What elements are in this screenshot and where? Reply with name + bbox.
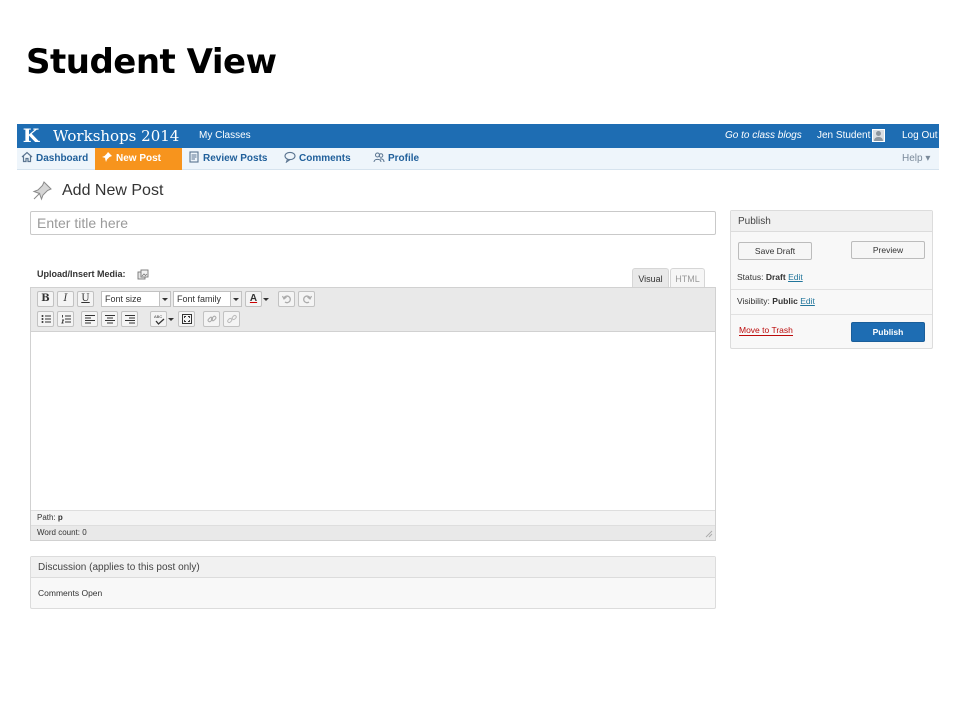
align-left-icon — [85, 315, 95, 324]
post-status: Status: Draft Edit — [737, 272, 803, 282]
font-size-select[interactable]: Font size — [101, 291, 171, 307]
publish-button[interactable]: Publish — [851, 322, 925, 342]
status-value: Draft — [765, 272, 786, 282]
edit-status-link[interactable]: Edit — [788, 272, 803, 282]
fullscreen-button[interactable] — [178, 311, 195, 327]
bullet-list-button[interactable] — [37, 311, 54, 327]
comments-status: Comments Open — [38, 588, 103, 598]
pushpin-icon — [102, 152, 112, 162]
pushpin-icon — [32, 181, 52, 201]
preview-button[interactable]: Preview — [851, 241, 925, 259]
divider — [731, 314, 932, 315]
slide-title: Student View — [26, 42, 277, 82]
bold-button[interactable]: B — [37, 291, 54, 307]
user-name[interactable]: Jen Student — [817, 124, 870, 148]
resize-handle-icon[interactable] — [705, 530, 713, 538]
redo-icon — [303, 295, 312, 304]
posts-icon — [189, 151, 199, 163]
edit-visibility-link[interactable]: Edit — [800, 296, 815, 306]
help-dropdown[interactable]: Help ▾ — [902, 148, 930, 170]
chevron-down-icon — [230, 292, 241, 306]
status-label: Status: — [737, 272, 764, 282]
move-to-trash-link[interactable]: Move to Trash — [739, 325, 793, 336]
discussion-box: Discussion (applies to this post only) C… — [30, 556, 716, 609]
upload-media-label: Upload/Insert Media: — [37, 269, 126, 279]
font-size-label: Font size — [105, 294, 142, 304]
nav-profile[interactable]: Profile — [373, 148, 419, 170]
spellcheck-button[interactable]: ABC — [150, 311, 167, 327]
post-editor: B I U Font size Font family A ABC Path: … — [30, 287, 716, 541]
nav-review-posts-label: Review Posts — [203, 153, 268, 164]
text-color-button[interactable]: A — [245, 291, 262, 307]
publish-header: Publish — [731, 211, 932, 232]
site-logo-icon[interactable]: K — [21, 126, 41, 146]
add-media-icon[interactable] — [137, 269, 149, 281]
save-draft-button[interactable]: Save Draft — [738, 242, 812, 260]
align-right-button[interactable] — [121, 311, 138, 327]
font-family-select[interactable]: Font family — [173, 291, 242, 307]
nav-dashboard-label: Dashboard — [36, 153, 89, 164]
visibility-value: Public — [772, 296, 798, 306]
editor-toolbar: B I U Font size Font family A ABC — [31, 288, 715, 332]
insert-link-button[interactable] — [203, 311, 220, 327]
undo-icon — [282, 295, 291, 304]
speech-bubble-icon — [284, 151, 296, 163]
page-title: Add New Post — [62, 182, 164, 199]
visibility-label: Visibility: — [737, 296, 770, 306]
align-center-button[interactable] — [101, 311, 118, 327]
divider — [731, 289, 932, 290]
spellcheck-icon: ABC — [154, 314, 165, 325]
top-bar: K Workshops 2014 My Classes Go to class … — [17, 124, 939, 148]
home-icon — [21, 151, 33, 163]
discussion-header[interactable]: Discussion (applies to this post only) — [31, 557, 715, 578]
tab-html[interactable]: HTML — [670, 268, 705, 288]
italic-button[interactable]: I — [57, 291, 74, 307]
editor-path: Path: p — [31, 510, 715, 525]
sub-navigation: Dashboard New Post Review Posts Comments… — [17, 148, 939, 170]
path-value[interactable]: p — [58, 513, 63, 522]
align-right-icon — [125, 315, 135, 324]
path-label: Path: — [37, 513, 56, 522]
unlink-button[interactable] — [223, 311, 240, 327]
post-title-input[interactable] — [30, 211, 716, 235]
spellcheck-dropdown[interactable] — [167, 311, 175, 327]
chevron-down-icon — [159, 292, 170, 306]
publish-box: Publish Save Draft Preview Status: Draft… — [730, 210, 933, 349]
text-color-dropdown[interactable] — [262, 291, 270, 307]
class-blogs-link[interactable]: Go to class blogs — [725, 124, 802, 148]
numbered-list-icon — [61, 315, 71, 324]
tab-visual[interactable]: Visual — [632, 268, 669, 288]
nav-dashboard[interactable]: Dashboard — [21, 148, 88, 170]
link-icon — [207, 315, 217, 323]
nav-comments-label: Comments — [299, 153, 351, 164]
nav-review-posts[interactable]: Review Posts — [188, 148, 267, 170]
users-icon — [373, 152, 385, 163]
logout-link[interactable]: Log Out — [902, 124, 938, 148]
underline-button[interactable]: U — [77, 291, 94, 307]
app-window: K Workshops 2014 My Classes Go to class … — [17, 124, 939, 624]
editor-content-area[interactable] — [31, 333, 715, 510]
redo-button[interactable] — [298, 291, 315, 307]
nav-new-post-label: New Post — [116, 153, 162, 164]
svg-text:ABC: ABC — [154, 314, 162, 319]
numbered-list-button[interactable] — [57, 311, 74, 327]
nav-profile-label: Profile — [388, 153, 420, 164]
bullet-list-icon — [41, 315, 51, 323]
nav-new-post[interactable]: New Post — [95, 148, 182, 170]
align-center-icon — [105, 315, 115, 324]
font-family-label: Font family — [177, 294, 222, 304]
align-left-button[interactable] — [81, 311, 98, 327]
unlink-icon — [227, 314, 237, 323]
word-count: Word count: 0 — [31, 525, 715, 540]
nav-comments[interactable]: Comments — [284, 148, 351, 170]
post-visibility: Visibility: Public Edit — [737, 296, 815, 306]
avatar[interactable] — [872, 129, 885, 142]
my-classes-link[interactable]: My Classes — [199, 124, 251, 148]
site-name[interactable]: Workshops 2014 — [53, 126, 179, 146]
undo-button[interactable] — [278, 291, 295, 307]
fullscreen-icon — [182, 314, 192, 324]
